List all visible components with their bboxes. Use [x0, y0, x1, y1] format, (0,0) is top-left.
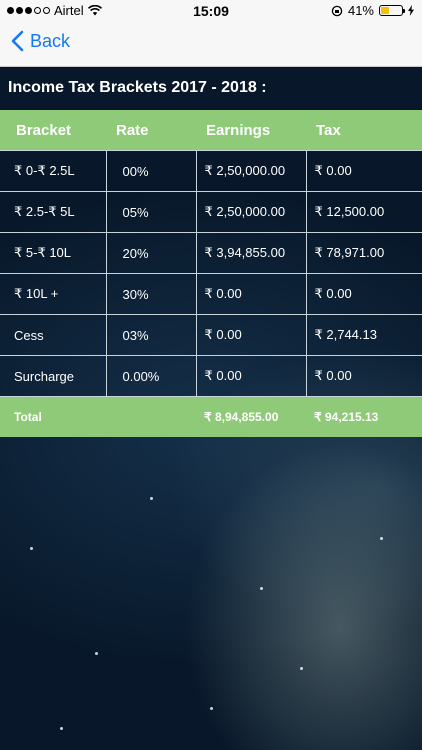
earnings-cell: ₹ 0.00: [195, 314, 307, 356]
column-header-bracket: Bracket: [0, 110, 106, 151]
total-rate-cell: [106, 396, 196, 437]
tax-cell: ₹ 0.00: [305, 273, 422, 315]
page-title: Income Tax Brackets 2017 - 2018 :: [8, 79, 267, 96]
bracket-cell: ₹ 0-₹ 2.5L: [0, 150, 107, 192]
earnings-cell: ₹ 0.00: [195, 355, 307, 397]
rate-cell: 05%: [105, 191, 197, 233]
column-header-earnings: Earnings: [196, 110, 306, 151]
back-label: Back: [30, 30, 71, 51]
bracket-cell: ₹ 5-₹ 10L: [0, 232, 107, 274]
table-row: ₹ 10L + 30% ₹ 0.00 ₹ 0.00: [0, 273, 422, 315]
tax-cell: ₹ 12,500.00: [305, 191, 422, 233]
rate-cell: 20%: [105, 232, 197, 274]
table-header-row: Bracket Rate Earnings Tax: [0, 110, 422, 151]
rotation-lock-icon: [331, 5, 343, 16]
total-row: Total ₹ 8,94,855.00 ₹ 94,215.13: [0, 396, 422, 437]
bracket-cell: Surcharge: [0, 355, 107, 397]
bracket-cell: ₹ 2.5-₹ 5L: [0, 191, 107, 233]
rate-cell: 30%: [105, 273, 197, 315]
battery-percent: 41%: [347, 3, 374, 18]
total-tax: ₹ 94,215.13: [306, 396, 422, 437]
total-earnings: ₹ 8,94,855.00: [196, 396, 306, 437]
table-row: ₹ 5-₹ 10L 20% ₹ 3,94,855.00 ₹ 78,971.00: [0, 232, 422, 274]
tax-cell: ₹ 0.00: [305, 150, 422, 192]
bracket-cell: Cess: [0, 314, 107, 356]
earnings-cell: ₹ 0.00: [195, 273, 307, 315]
table-row: ₹ 0-₹ 2.5L 00% ₹ 2,50,000.00 ₹ 0.00: [0, 150, 422, 192]
earnings-cell: ₹ 2,50,000.00: [195, 150, 307, 192]
battery-fill: [381, 7, 390, 14]
table-row: Surcharge 0.00% ₹ 0.00 ₹ 0.00: [0, 355, 422, 397]
tax-cell: ₹ 2,744.13: [305, 314, 422, 356]
nav-bar: Back: [0, 22, 422, 67]
tax-brackets-table: Bracket Rate Earnings Tax ₹ 0-₹ 2.5L 00%…: [0, 110, 422, 437]
earnings-cell: ₹ 3,94,855.00: [195, 232, 307, 274]
rate-cell: 0.00%: [105, 355, 197, 397]
back-button[interactable]: Back: [10, 30, 70, 52]
table-row: Cess 03% ₹ 0.00 ₹ 2,744.13: [0, 314, 422, 356]
rate-cell: 00%: [105, 150, 197, 192]
content-area: Income Tax Brackets 2017 - 2018 : Bracke…: [0, 67, 422, 750]
rate-cell: 03%: [105, 314, 197, 356]
status-bar: Airtel 15:09 41%: [0, 0, 422, 22]
earnings-cell: ₹ 2,50,000.00: [195, 191, 307, 233]
column-header-tax: Tax: [306, 110, 422, 151]
total-label: Total: [0, 396, 106, 437]
status-right: 41%: [331, 3, 414, 18]
table-row: ₹ 2.5-₹ 5L 05% ₹ 2,50,000.00 ₹ 12,500.00: [0, 191, 422, 233]
battery-icon: [379, 5, 405, 16]
tax-cell: ₹ 0.00: [305, 355, 422, 397]
bracket-cell: ₹ 10L +: [0, 273, 107, 315]
column-header-rate: Rate: [106, 110, 196, 151]
tax-cell: ₹ 78,971.00: [305, 232, 422, 274]
charging-bolt-icon: [408, 5, 414, 16]
chevron-left-icon: [11, 30, 24, 52]
